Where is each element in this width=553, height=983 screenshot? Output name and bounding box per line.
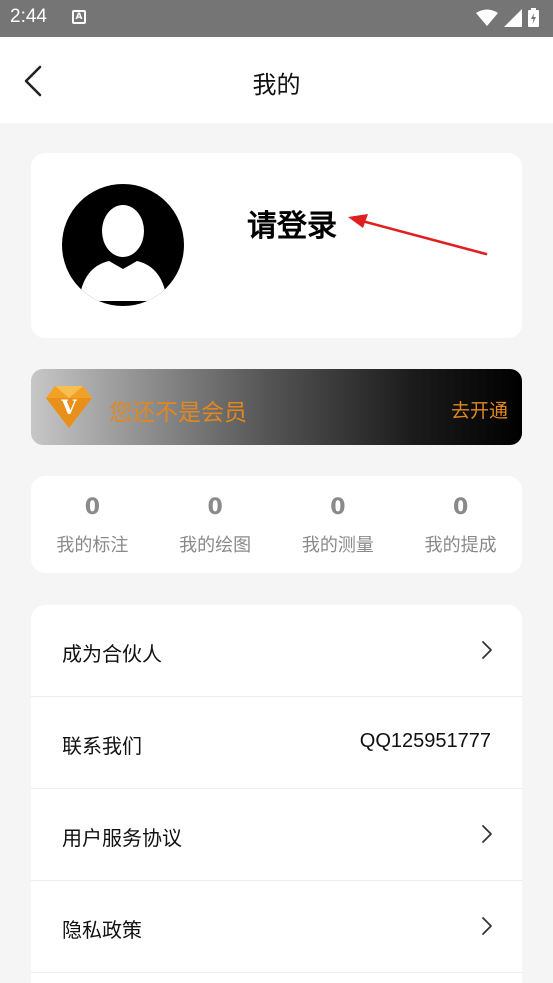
chevron-right-icon [482, 917, 492, 935]
notification-a-icon: A [72, 10, 86, 24]
open-vip-link[interactable]: 去开通 [451, 396, 508, 423]
stat-measurements[interactable]: 0 我的测量 [277, 476, 400, 573]
red-arrow-annotation [348, 214, 488, 256]
vip-status-text: 您还不是会员 [109, 400, 247, 426]
menu-item-privacy-policy[interactable]: 隐私政策 [31, 881, 522, 973]
profile-card: 请登录 [31, 153, 522, 338]
menu-item-label: 成为合伙人 [62, 642, 162, 666]
contact-qq-value: QQ125951777 [359, 730, 491, 752]
menu-item-contact[interactable]: 联系我们 QQ125951777 [31, 697, 522, 789]
menu-item-partner[interactable]: 成为合伙人 [31, 605, 522, 697]
app-header: 我的 [0, 37, 553, 123]
stat-drawings[interactable]: 0 我的绘图 [154, 476, 277, 573]
menu-item-service-agreement[interactable]: 用户服务协议 [31, 789, 522, 881]
battery-icon [528, 8, 539, 27]
vip-badge-letter: V [60, 395, 77, 419]
stat-value: 0 [84, 495, 101, 520]
stat-label: 我的提成 [424, 535, 497, 556]
menu-item-label: 用户服务协议 [62, 826, 182, 850]
stat-label: 我的测量 [301, 535, 374, 556]
vip-banner[interactable]: V 您还不是会员 去开通 [31, 369, 522, 445]
stat-label: 我的标注 [56, 535, 129, 556]
diamond-icon: V [46, 386, 92, 428]
wifi-icon [476, 9, 498, 26]
signal-icon [504, 8, 522, 27]
status-time: 2:44 [10, 6, 47, 27]
stat-value: 0 [330, 495, 346, 520]
stat-commission[interactable]: 0 我的提成 [399, 476, 522, 573]
login-button[interactable]: 请登录 [247, 201, 337, 245]
status-bar: 2:44 A [0, 0, 553, 37]
stat-value: 0 [207, 495, 223, 520]
stat-value: 0 [452, 495, 469, 520]
stat-label: 我的绘图 [179, 535, 252, 556]
menu-item-label: 隐私政策 [62, 918, 142, 942]
avatar[interactable] [61, 183, 185, 307]
menu-list: 成为合伙人 联系我们 QQ125951777 用户服务协议 隐私政策 [31, 605, 522, 983]
stat-annotations[interactable]: 0 我的标注 [31, 476, 154, 573]
page-title: 我的 [252, 71, 301, 99]
menu-item-label: 联系我们 [62, 734, 142, 758]
stats-card: 0 我的标注 0 我的绘图 0 我的测量 0 我的提成 [31, 476, 522, 573]
status-icons [476, 8, 539, 27]
avatar-icon [62, 184, 184, 306]
chevron-right-icon [482, 641, 492, 659]
chevron-right-icon [482, 825, 492, 843]
